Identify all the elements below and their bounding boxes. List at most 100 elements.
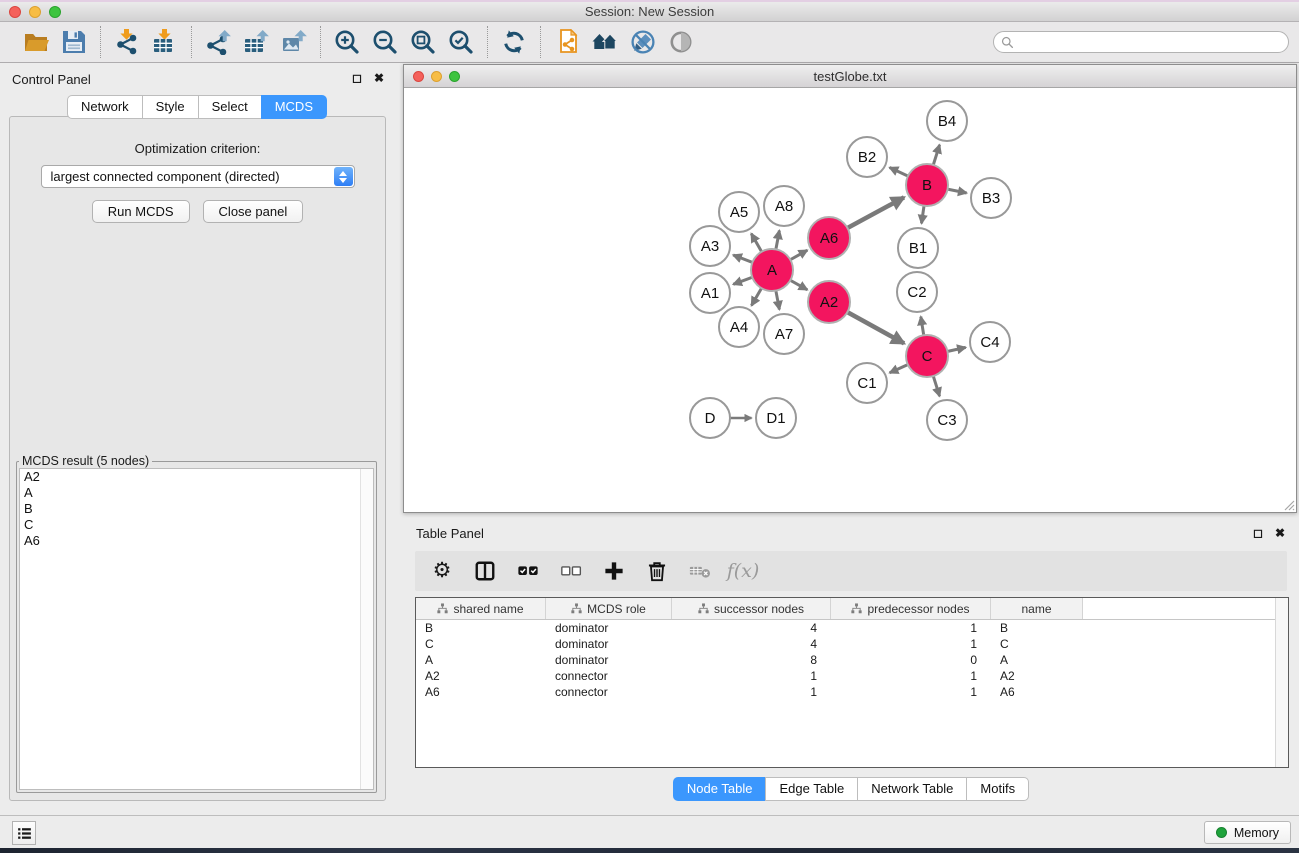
- zoom-out-icon[interactable]: [370, 27, 400, 57]
- mcds-result-item[interactable]: C: [20, 517, 373, 533]
- tab-network[interactable]: Network: [67, 95, 143, 119]
- import-network-icon[interactable]: [112, 27, 142, 57]
- node-C2[interactable]: C2: [897, 272, 937, 312]
- column-header-name[interactable]: name: [991, 598, 1083, 619]
- svg-text:A1: A1: [701, 285, 719, 302]
- node-A7[interactable]: A7: [764, 314, 804, 354]
- hide-annotations-icon[interactable]: [628, 27, 658, 57]
- node-A[interactable]: A: [751, 249, 793, 291]
- zoom-fit-icon[interactable]: [408, 27, 438, 57]
- select-all-icon[interactable]: [515, 558, 541, 584]
- import-table-icon[interactable]: [150, 27, 180, 57]
- svg-text:A3: A3: [701, 238, 719, 255]
- settings-icon[interactable]: ⚙: [429, 558, 455, 584]
- node-table[interactable]: shared nameMCDS rolesuccessor nodesprede…: [415, 597, 1289, 768]
- show-view-icon[interactable]: [666, 27, 696, 57]
- export-image-icon[interactable]: [279, 27, 309, 57]
- table-cell: 1: [831, 621, 991, 635]
- refresh-icon[interactable]: [499, 27, 529, 57]
- add-column-icon[interactable]: [601, 558, 627, 584]
- close-panel-icon[interactable]: ✖: [374, 72, 384, 84]
- select-stepper-icon: [334, 167, 353, 186]
- node-B4[interactable]: B4: [927, 101, 967, 141]
- node-D1[interactable]: D1: [756, 398, 796, 438]
- memory-button[interactable]: Memory: [1204, 821, 1291, 844]
- node-D[interactable]: D: [690, 398, 730, 438]
- search-input[interactable]: [1014, 33, 1288, 51]
- column-header-successor-nodes[interactable]: successor nodes: [672, 598, 831, 619]
- tab-style[interactable]: Style: [142, 95, 199, 119]
- function-builder-icon[interactable]: f(x): [730, 558, 756, 584]
- column-header-mcds-role[interactable]: MCDS role: [546, 598, 672, 619]
- node-C4[interactable]: C4: [970, 322, 1010, 362]
- node-A6[interactable]: A6: [808, 217, 850, 259]
- node-B2[interactable]: B2: [847, 137, 887, 177]
- table-row[interactable]: Cdominator41C: [416, 636, 1288, 652]
- table-cell: C: [416, 637, 546, 651]
- column-header-shared-name[interactable]: shared name: [416, 598, 546, 619]
- control-panel: Control Panel ◻ ✖ NetworkStyleSelectMCDS…: [2, 64, 392, 813]
- network-canvas[interactable]: B4 B2 B B3 A8A5 A6 A3 B1 A A1 C2 A2 A4A7 C4 C C1 C3 D D1: [404, 88, 1296, 512]
- node-B3[interactable]: B3: [971, 178, 1011, 218]
- home-icon[interactable]: [590, 27, 620, 57]
- table-scrollbar[interactable]: [1275, 598, 1288, 767]
- list-icon: [16, 825, 33, 842]
- node-A5[interactable]: A5: [719, 192, 759, 232]
- node-A4[interactable]: A4: [719, 307, 759, 347]
- export-network-icon[interactable]: [203, 27, 233, 57]
- table-row[interactable]: Adominator80A: [416, 652, 1288, 668]
- table-tab-network-table[interactable]: Network Table: [857, 777, 967, 801]
- task-history-button[interactable]: [12, 821, 36, 845]
- table-row[interactable]: A6connector11A6: [416, 684, 1288, 700]
- mcds-result-item[interactable]: A6: [20, 533, 373, 549]
- run-mcds-button[interactable]: Run MCDS: [92, 200, 190, 223]
- close-panel-button[interactable]: Close panel: [203, 200, 304, 223]
- svg-text:B1: B1: [909, 240, 927, 257]
- table-tab-motifs[interactable]: Motifs: [966, 777, 1029, 801]
- node-C3[interactable]: C3: [927, 400, 967, 440]
- node-A1[interactable]: A1: [690, 273, 730, 313]
- resize-grip[interactable]: [1282, 498, 1295, 511]
- node-A3[interactable]: A3: [690, 226, 730, 266]
- svg-text:C2: C2: [907, 284, 926, 301]
- node-A8[interactable]: A8: [764, 186, 804, 226]
- tab-select[interactable]: Select: [198, 95, 262, 119]
- table-tab-edge-table[interactable]: Edge Table: [765, 777, 858, 801]
- mcds-result-list[interactable]: A2ABCA6: [19, 468, 374, 790]
- mcds-result-item[interactable]: A2: [20, 469, 373, 485]
- save-session-icon[interactable]: [59, 27, 89, 57]
- node-C1[interactable]: C1: [847, 363, 887, 403]
- table-cell: 0: [831, 653, 991, 667]
- float-panel-icon[interactable]: ◻: [352, 72, 362, 84]
- column-header-predecessor-nodes[interactable]: predecessor nodes: [831, 598, 991, 619]
- mcds-result-item[interactable]: A: [20, 485, 373, 501]
- mcds-list-scrollbar[interactable]: [360, 469, 373, 789]
- node-B[interactable]: B: [906, 164, 948, 206]
- table-close-panel-icon[interactable]: ✖: [1275, 527, 1285, 539]
- open-file-icon[interactable]: [21, 27, 51, 57]
- table-cell: A6: [991, 685, 1083, 699]
- search-box[interactable]: [993, 31, 1289, 53]
- mcds-result-item[interactable]: B: [20, 501, 373, 517]
- table-tab-node-table[interactable]: Node Table: [673, 777, 767, 801]
- network-window-titlebar[interactable]: testGlobe.txt: [404, 65, 1296, 88]
- delete-table-icon[interactable]: [687, 558, 713, 584]
- export-table-icon[interactable]: [241, 27, 271, 57]
- toolbar-group: [100, 26, 191, 58]
- deselect-all-icon[interactable]: [558, 558, 584, 584]
- delete-column-icon[interactable]: [644, 558, 670, 584]
- table-row[interactable]: A2connector11A2: [416, 668, 1288, 684]
- table-row[interactable]: Bdominator41B: [416, 620, 1288, 636]
- table-float-panel-icon[interactable]: ◻: [1253, 527, 1263, 539]
- columns-icon[interactable]: [472, 558, 498, 584]
- table-cell: dominator: [546, 621, 672, 635]
- zoom-selected-icon[interactable]: [446, 27, 476, 57]
- network-document-icon[interactable]: [552, 27, 582, 57]
- table-body: Bdominator41BCdominator41CAdominator80AA…: [416, 620, 1288, 700]
- zoom-in-icon[interactable]: [332, 27, 362, 57]
- node-A2[interactable]: A2: [808, 281, 850, 323]
- optimization-criterion-select[interactable]: largest connected component (directed): [41, 165, 355, 188]
- tab-mcds[interactable]: MCDS: [261, 95, 327, 119]
- node-B1[interactable]: B1: [898, 228, 938, 268]
- node-C[interactable]: C: [906, 335, 948, 377]
